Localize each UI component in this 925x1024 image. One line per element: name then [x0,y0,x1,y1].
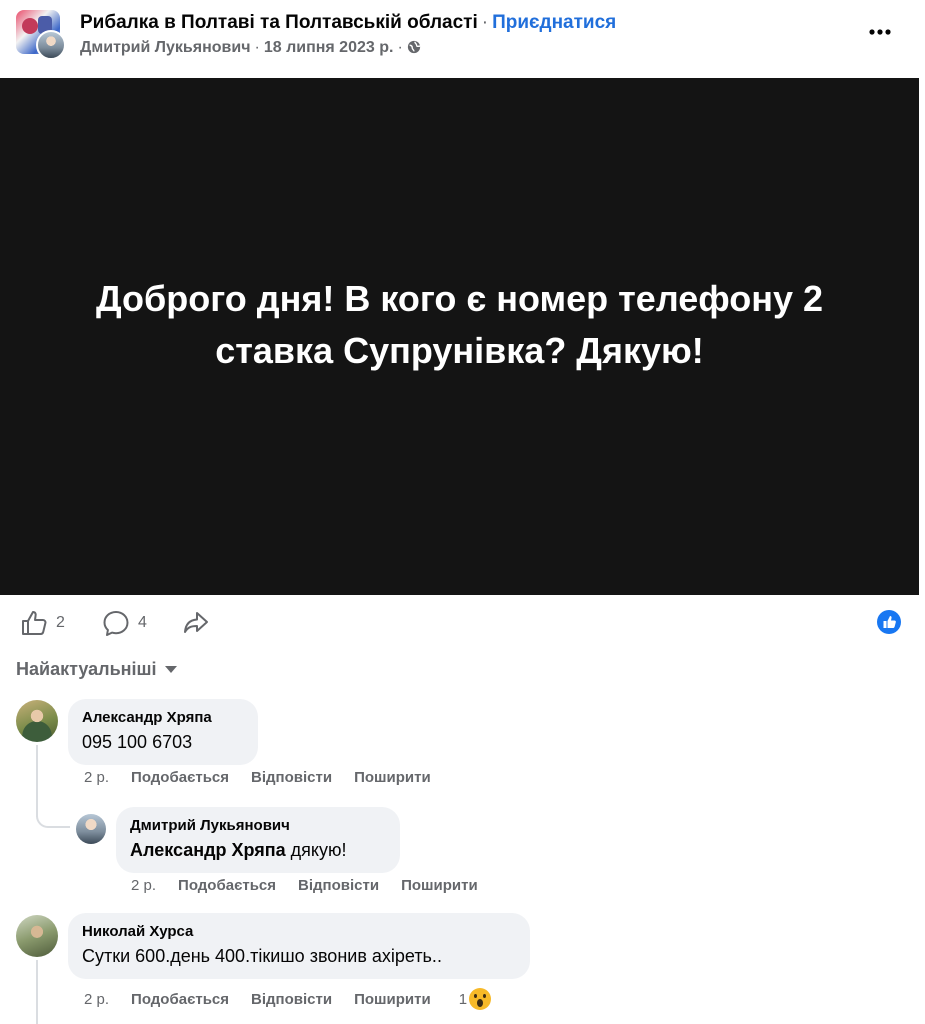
post-header-title: Рибалка в Полтаві та Полтавській області… [80,12,616,34]
join-group-button[interactable]: Приєднатися [492,12,616,33]
comment-actions: 2 р. Подобається Відповісти Поширити 1 [84,988,513,1010]
comment-actions: 2 р. Подобається Відповісти Поширити [84,769,453,786]
comment-reactions[interactable]: 1 [459,988,513,1010]
commenter-avatar[interactable] [16,700,58,742]
comment-time[interactable]: 2 р. [84,769,109,786]
comment-count: 4 [138,614,147,631]
comment-like-button[interactable]: Подобається [131,991,229,1008]
thumbs-up-icon [22,611,47,635]
comment-share-button[interactable]: Поширити [354,991,431,1008]
post-header-meta: Дмитрий Лукьянович · 18 липня 2023 р. · [80,39,421,57]
meta-separator: · [254,39,260,56]
reaction-count: 1 [458,990,468,1008]
like-button[interactable]: 2 [20,609,65,637]
post-text-background[interactable]: Доброго дня! В кого є номер телефону 2 с… [0,78,919,595]
comment-author[interactable]: Дмитрий Лукьянович [130,817,386,834]
post-date-link[interactable]: 18 липня 2023 р. [264,39,394,56]
commenter-avatar[interactable] [76,814,106,844]
comment-author[interactable]: Александр Хряпа [82,709,244,726]
comment-body: дякую! [285,840,347,860]
post-text: Доброго дня! В кого є номер телефону 2 с… [95,277,824,371]
commenter-avatar[interactable] [16,915,58,957]
comment-bubble: Александр Хряпа 095 100 6703 [68,699,258,765]
comment-share-button[interactable]: Поширити [401,877,478,894]
sort-label: Найактуальніші [16,659,157,679]
globe-icon [407,40,420,54]
comment-icon [103,611,129,636]
group-avatar[interactable] [16,10,66,60]
wow-emoji-icon [469,988,492,1010]
thread-elbow [36,800,70,828]
like-count: 2 [56,614,65,631]
share-icon [184,612,208,633]
comment-text: Сутки 600.день 400.тікишо звонив ахіреть… [82,946,442,966]
comment-sort-dropdown[interactable]: Найактуальніші [16,659,177,680]
thread-line [36,960,38,1024]
caret-down-icon [164,666,177,673]
comment-button[interactable]: 4 [102,609,147,637]
comment-like-button[interactable]: Подобається [131,769,229,786]
author-avatar[interactable] [36,30,66,60]
comment-time[interactable]: 2 р. [84,991,109,1008]
comment-text: Александр Хряпа дякую! [130,840,386,861]
more-options-icon[interactable] [867,22,893,42]
comment-like-button[interactable]: Подобається [178,877,276,894]
comment-author[interactable]: Николай Хурса [82,923,516,940]
comment-time[interactable]: 2 р. [131,877,156,894]
comment-reply-button[interactable]: Відповісти [251,991,332,1008]
meta-separator: · [397,39,403,56]
like-reaction-icon[interactable] [877,610,901,634]
author-name-link[interactable]: Дмитрий Лукьянович [80,39,251,56]
comment-bubble: Дмитрий Лукьянович Александр Хряпа дякую… [116,807,400,873]
comment-text: 095 100 6703 [82,732,193,752]
comment-mention[interactable]: Александр Хряпа [130,840,286,860]
comment-reply-button[interactable]: Відповісти [298,877,379,894]
comment-reply-button[interactable]: Відповісти [251,769,332,786]
comment-bubble: Николай Хурса Сутки 600.день 400.тікишо … [68,913,530,979]
group-name-link[interactable]: Рибалка в Полтаві та Полтавській області [80,12,478,33]
header-separator: · [481,12,489,33]
comment-actions: 2 р. Подобається Відповісти Поширити [131,877,500,894]
share-button[interactable] [182,609,210,637]
comment-share-button[interactable]: Поширити [354,769,431,786]
